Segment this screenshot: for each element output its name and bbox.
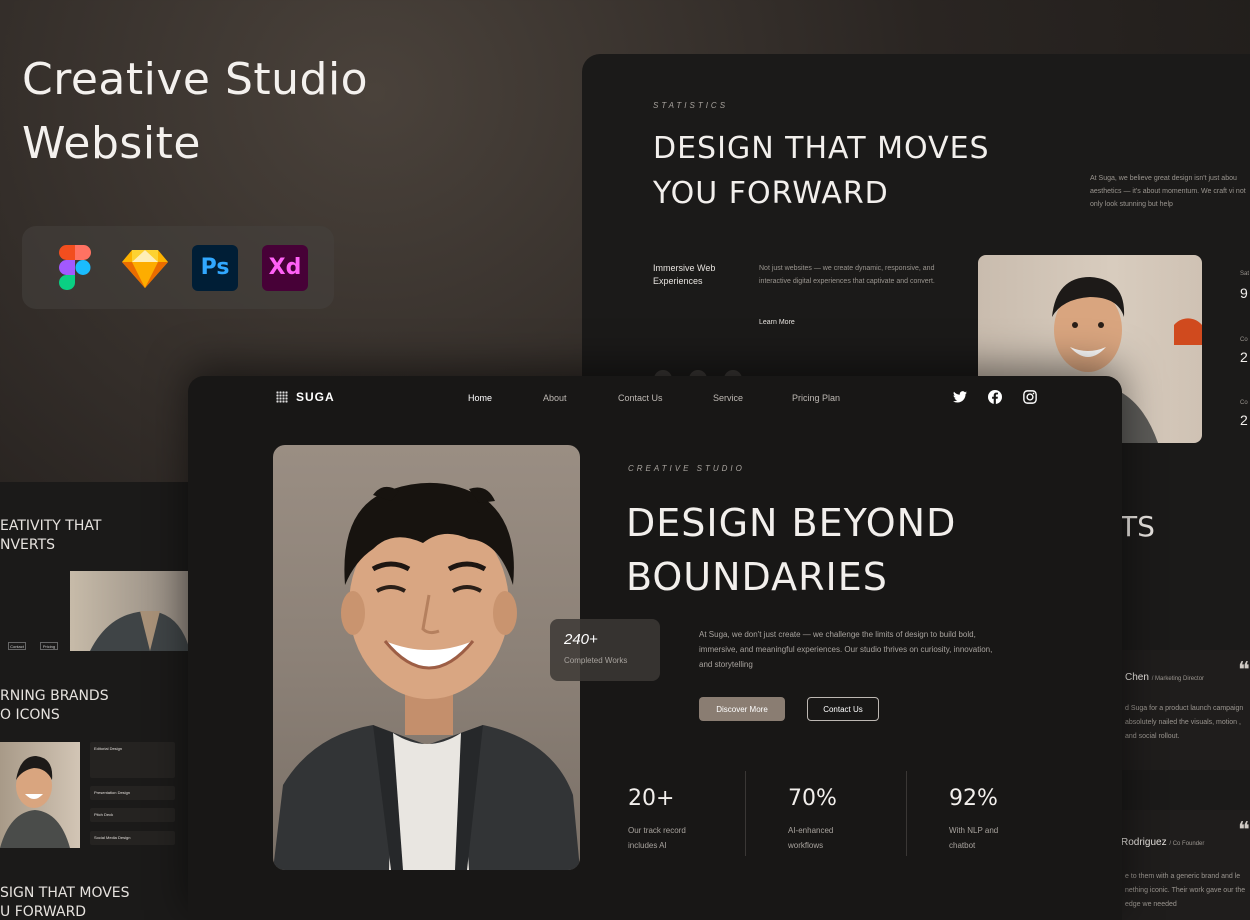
statistics-title: DESIGN THAT MOVES YOU FORWARD <box>653 126 990 216</box>
hero-description: At Suga, we don't just create — we chall… <box>699 630 993 669</box>
testimonial-text: e to them with a generic brand and le ne… <box>1125 873 1246 908</box>
testimonial-role: / Marketing Director <box>1151 676 1205 682</box>
side-stat-label: Co <box>1240 400 1248 406</box>
nav-about[interactable]: About <box>543 393 567 403</box>
xd-icon: Xd <box>262 244 308 291</box>
completed-works-value: 240+ <box>564 631 598 648</box>
section-heading: SIGN THAT MOVES U FORWARD <box>0 884 130 920</box>
feature-description: Not just websites — we create dynamic, r… <box>759 265 935 285</box>
service-item-label: Editorial Design <box>94 746 123 751</box>
hero-heading-line2: BOUNDARIES <box>626 555 888 599</box>
service-item[interactable]: Pitch Deck <box>90 808 175 822</box>
preview-photo <box>70 571 190 651</box>
section-heading: EATIVITY THAT NVERTS <box>0 517 101 555</box>
hero-website-card: SUGA Home About Contact Us Service Prici… <box>188 376 1122 920</box>
facebook-icon[interactable] <box>988 390 1002 404</box>
service-item[interactable]: Social Media Design <box>90 831 175 845</box>
statistics-eyebrow: STATISTICS <box>653 101 729 110</box>
stat-description-line: AI-enhanced <box>788 826 834 835</box>
service-item-label: Presentation Design <box>94 790 131 795</box>
quote-icon: ❝ <box>1238 658 1250 683</box>
service-item[interactable]: Presentation Design <box>90 786 175 800</box>
hero-title: Creative Studio Website <box>22 48 368 176</box>
testimonials-heading: TS <box>1120 510 1155 543</box>
section-heading-line: U FORWARD <box>0 904 87 920</box>
stat-value: 20+ <box>628 786 675 811</box>
learn-more-link[interactable]: Learn More <box>759 319 795 326</box>
testimonial-author: Chen / Marketing Director <box>1125 672 1204 683</box>
hero-heading-line1: DESIGN BEYOND <box>626 501 957 545</box>
side-stat-value: 2 <box>1240 349 1248 365</box>
nav-contact-us[interactable]: Contact Us <box>618 393 663 403</box>
statistics-title-line2: YOU FORWARD <box>653 176 889 211</box>
nav-pricing-plan[interactable]: Pricing Plan <box>792 393 840 403</box>
nav-home[interactable]: Home <box>468 393 492 403</box>
stat-description-line: With NLP and <box>949 826 999 835</box>
side-stat-label: Co <box>1240 337 1248 343</box>
stat-divider <box>906 771 907 856</box>
service-item-label: Pitch Deck <box>94 812 114 817</box>
stat-description: Our track record includes AI <box>628 823 686 853</box>
photoshop-icon: Ps <box>192 244 238 291</box>
statistics-title-line1: DESIGN THAT MOVES <box>653 131 990 166</box>
stat-description-line: includes AI <box>628 841 667 850</box>
logo-grid-icon <box>276 391 288 403</box>
statistics-intro: At Suga, we believe great design isn't j… <box>1090 175 1246 208</box>
testimonial-author: Rodriguez / Co Founder <box>1121 837 1204 848</box>
twitter-icon[interactable] <box>953 390 967 404</box>
completed-works-badge: 240+ Completed Works <box>550 619 660 681</box>
testimonial-role: / Co Founder <box>1169 841 1205 847</box>
section-heading-line: EATIVITY THAT <box>0 518 102 534</box>
testimonial-name: Rodriguez <box>1121 837 1167 848</box>
side-stat-label: Sat <box>1240 271 1250 277</box>
stat-item: 92% With NLP and chatbot <box>949 786 998 853</box>
logo-text: SUGA <box>296 390 335 404</box>
hero-title-line1: Creative Studio <box>22 54 369 105</box>
stat-divider <box>745 771 746 856</box>
section-heading-line: O ICONS <box>0 707 60 723</box>
figma-icon <box>52 244 98 291</box>
service-item[interactable]: Editorial Design <box>90 742 175 778</box>
feature-title: Immersive Web Experiences <box>653 263 716 286</box>
section-heading-line: NVERTS <box>0 537 56 553</box>
testimonial-text: d Suga for a product launch campaign abs… <box>1125 705 1244 740</box>
hero-heading: DESIGN BEYOND BOUNDARIES <box>626 496 956 604</box>
tools-panel: Ps Xd <box>22 226 334 309</box>
side-stat-value: 2 <box>1240 412 1248 428</box>
stat-description-line: chatbot <box>949 841 976 850</box>
pricing-mini-button[interactable]: Pricing <box>40 642 58 650</box>
testimonials-card: TS Chen / Marketing Director ❝ d Suga fo… <box>1120 460 1250 920</box>
section-heading: RNING BRANDS O ICONS <box>0 687 109 725</box>
quote-icon: ❝ <box>1238 818 1250 843</box>
preview-portrait <box>0 742 80 848</box>
side-stat-value: 9 <box>1240 285 1248 301</box>
stat-item: 20+ Our track record includes AI <box>628 786 686 853</box>
stat-value: 92% <box>949 786 998 811</box>
sketch-icon <box>122 245 168 291</box>
contact-us-button[interactable]: Contact Us <box>807 697 879 721</box>
completed-works-label: Completed Works <box>564 656 628 665</box>
instagram-icon[interactable] <box>1023 390 1037 404</box>
left-preview-card: EATIVITY THAT NVERTS Contact Pricing RNI… <box>0 482 190 920</box>
testimonial-card: Rodriguez / Co Founder ❝ e to them with … <box>1120 810 1250 920</box>
stat-description: AI-enhanced workflows <box>788 823 837 853</box>
hero-eyebrow: CREATIVE STUDIO <box>628 464 745 473</box>
service-item-label: Social Media Design <box>94 835 131 840</box>
stat-value: 70% <box>788 786 837 811</box>
stat-description-line: Our track record <box>628 826 686 835</box>
testimonial-name: Chen <box>1125 672 1149 683</box>
stat-description-line: workflows <box>788 841 824 850</box>
testimonial-card: Chen / Marketing Director ❝ d Suga for a… <box>1120 650 1250 770</box>
logo[interactable]: SUGA <box>276 390 335 404</box>
stat-item: 70% AI-enhanced workflows <box>788 786 837 853</box>
nav-service[interactable]: Service <box>713 393 743 403</box>
top-nav: SUGA Home About Contact Us Service Prici… <box>188 388 1122 408</box>
contact-mini-button[interactable]: Contact <box>8 642 26 650</box>
hero-title-line2: Website <box>22 118 201 169</box>
section-heading-line: RNING BRANDS <box>0 688 109 704</box>
discover-more-button[interactable]: Discover More <box>699 697 785 721</box>
section-heading-line: SIGN THAT MOVES <box>0 885 130 901</box>
hero-portrait-photo <box>273 445 580 870</box>
stat-description: With NLP and chatbot <box>949 823 998 853</box>
